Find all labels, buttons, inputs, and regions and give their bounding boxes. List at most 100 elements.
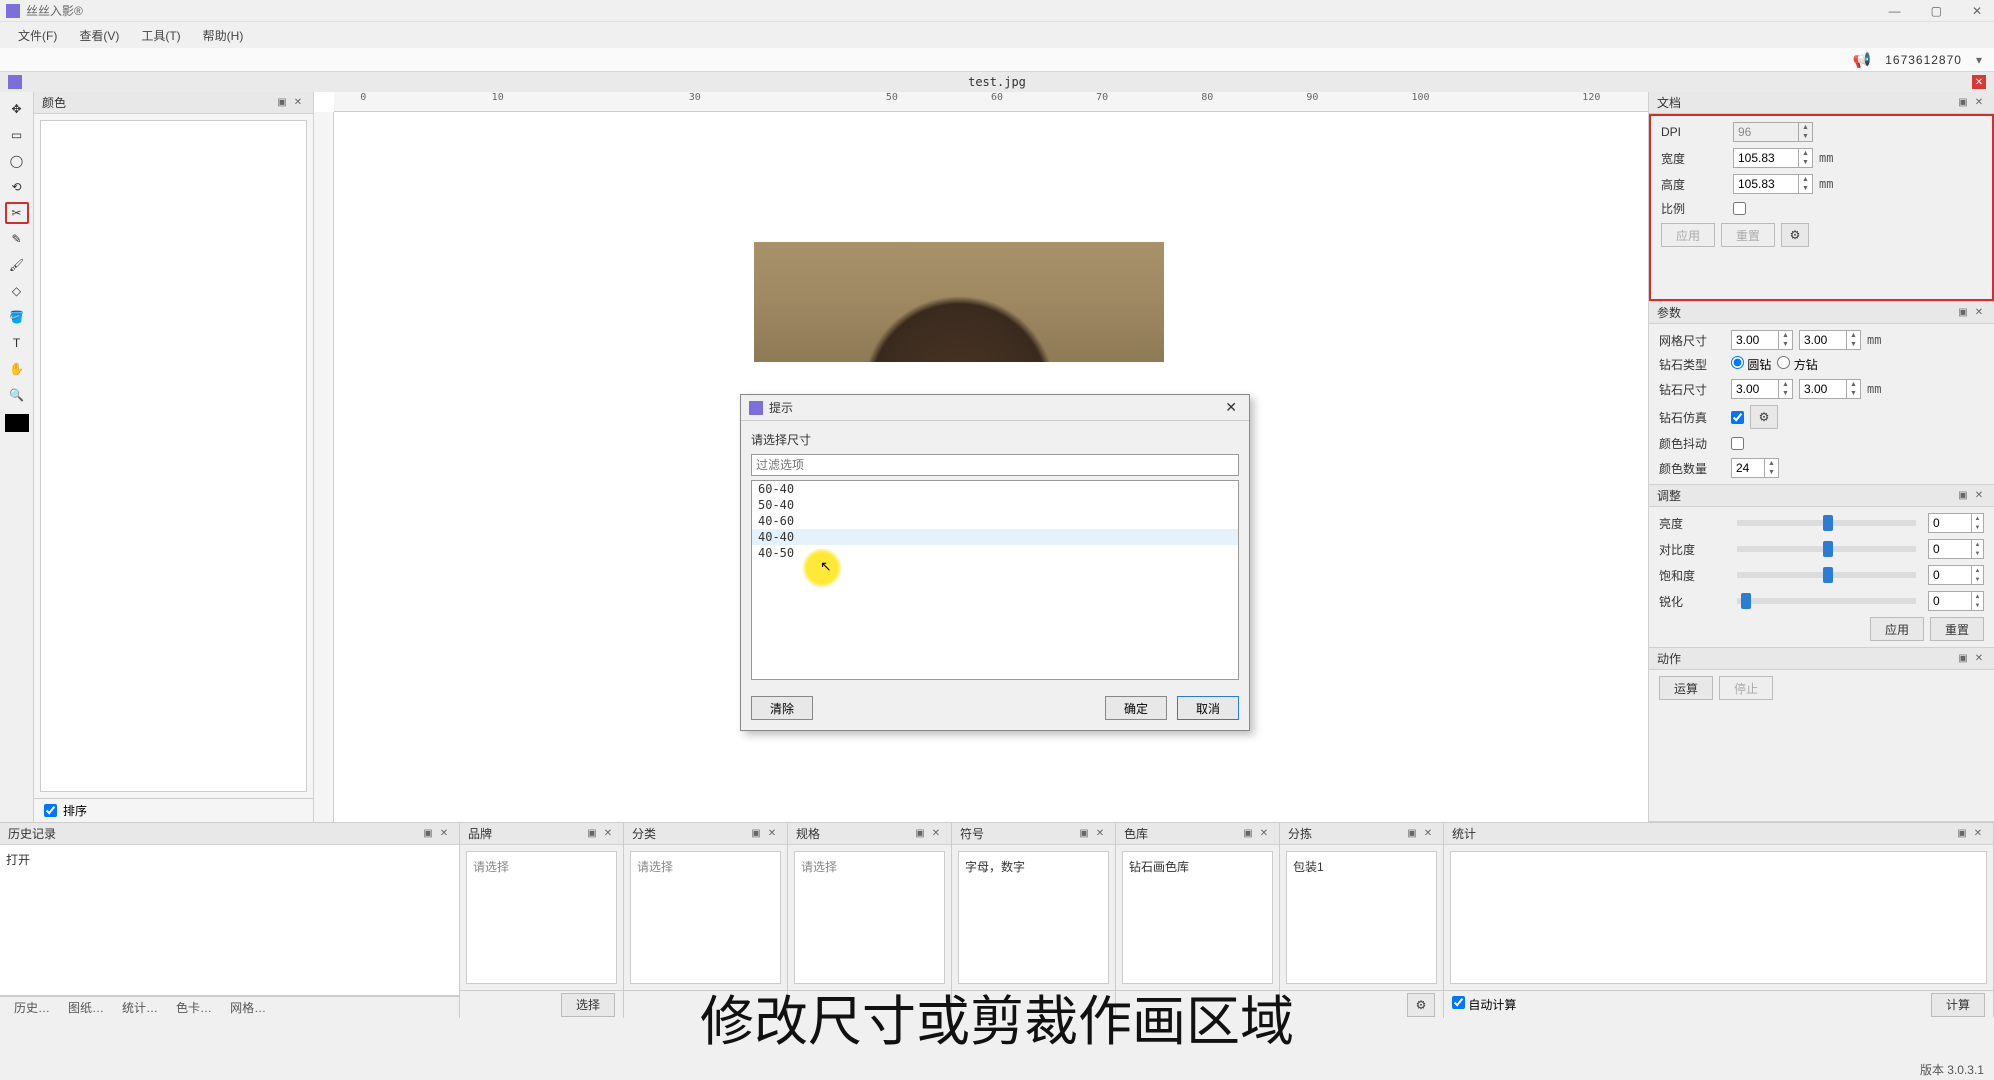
- foreground-color-swatch[interactable]: [5, 414, 29, 432]
- panel-close-icon[interactable]: ✕: [1972, 306, 1986, 320]
- bottom-tab[interactable]: 历史…: [6, 997, 58, 1018]
- doc-reset-button[interactable]: 重置: [1721, 223, 1775, 247]
- dpi-input: 96▲▼: [1733, 122, 1813, 142]
- contrast-value[interactable]: 0▲▼: [1928, 539, 1984, 559]
- size-option[interactable]: 60-40: [752, 481, 1238, 497]
- bottom-tab[interactable]: 图纸…: [60, 997, 112, 1018]
- session-dropdown-icon[interactable]: ▾: [1976, 53, 1982, 67]
- type-square-radio[interactable]: 方钻: [1777, 356, 1817, 373]
- bottom-tab[interactable]: 网格…: [222, 997, 274, 1018]
- zoom-tool-icon[interactable]: 🔍: [5, 384, 29, 406]
- lasso-tool-icon[interactable]: ⟲: [5, 176, 29, 198]
- dsize-h-input[interactable]: 3.00▲▼: [1799, 379, 1861, 399]
- menu-file[interactable]: 文件(F): [8, 23, 67, 48]
- grid-w-input[interactable]: 3.00▲▼: [1731, 330, 1793, 350]
- menu-tools[interactable]: 工具(T): [131, 23, 190, 48]
- contrast-slider[interactable]: [1737, 546, 1916, 552]
- color-panel: 颜色 ▣ ✕ 排序: [34, 92, 314, 822]
- ruler-tick: 60: [991, 92, 1003, 103]
- session-id: 1673612870: [1885, 53, 1962, 67]
- size-option[interactable]: 40-40: [752, 529, 1238, 545]
- panel-popout-icon[interactable]: ▣: [275, 96, 289, 110]
- hand-tool-icon[interactable]: ✋: [5, 358, 29, 380]
- panel-popout-icon[interactable]: ▣: [1956, 306, 1970, 320]
- panel-close-icon[interactable]: ✕: [1972, 489, 1986, 503]
- bottom-row: 历史记录▣✕ 打开 历史… 图纸… 统计… 色卡… 网格… 品牌▣✕ 请选择 选…: [0, 822, 1994, 1018]
- dither-checkbox[interactable]: [1731, 437, 1744, 450]
- auto-compute-checkbox[interactable]: 自动计算: [1452, 996, 1516, 1013]
- titlebar: 丝丝入影® — ▢ ✕: [0, 0, 1994, 22]
- saturation-value[interactable]: 0▲▼: [1928, 565, 1984, 585]
- saturation-slider[interactable]: [1737, 572, 1916, 578]
- sim-settings-button[interactable]: ⚙: [1750, 405, 1778, 429]
- document-close-button[interactable]: ✕: [1972, 75, 1986, 89]
- panel-popout-icon[interactable]: ▣: [421, 827, 435, 841]
- width-unit: mm: [1819, 151, 1833, 165]
- brightness-slider[interactable]: [1737, 520, 1916, 526]
- saturation-label: 饱和度: [1659, 567, 1725, 584]
- ruler-tick: 70: [1096, 92, 1108, 103]
- ratio-checkbox[interactable]: [1733, 202, 1746, 215]
- stats-compute-button[interactable]: 计算: [1931, 993, 1985, 1017]
- params-panel: 参数 ▣✕ 网格尺寸 3.00▲▼ 3.00▲▼ mm 钻石类型 圆钻 方钻 钻…: [1649, 302, 1994, 485]
- brand-select-button[interactable]: 选择: [561, 993, 615, 1017]
- maximize-button[interactable]: ▢: [1925, 4, 1948, 18]
- sharpen-value[interactable]: 0▲▼: [1928, 591, 1984, 611]
- eraser-tool-icon[interactable]: ◇: [5, 280, 29, 302]
- adjust-reset-button[interactable]: 重置: [1930, 617, 1984, 641]
- ellipse-select-tool-icon[interactable]: ◯: [5, 150, 29, 172]
- bottom-tab[interactable]: 色卡…: [168, 997, 220, 1018]
- dialog-clear-button[interactable]: 清除: [751, 696, 813, 720]
- panel-popout-icon[interactable]: ▣: [1956, 652, 1970, 666]
- size-option[interactable]: 40-50: [752, 545, 1238, 561]
- fill-tool-icon[interactable]: 🪣: [5, 306, 29, 328]
- announce-icon[interactable]: 📢: [1853, 51, 1872, 69]
- panel-close-icon[interactable]: ✕: [1972, 96, 1986, 110]
- sort-checkbox[interactable]: [44, 804, 57, 817]
- contrast-label: 对比度: [1659, 541, 1725, 558]
- dialog-ok-button[interactable]: 确定: [1105, 696, 1167, 720]
- dialog-filter-input[interactable]: [751, 454, 1239, 476]
- sort-settings-button[interactable]: ⚙: [1407, 993, 1435, 1017]
- compute-button[interactable]: 运算: [1659, 676, 1713, 700]
- height-input[interactable]: 105.83▲▼: [1733, 174, 1813, 194]
- rect-select-tool-icon[interactable]: ▭: [5, 124, 29, 146]
- brush-tool-icon[interactable]: 🖌: [5, 254, 29, 276]
- dialog-close-icon[interactable]: ✕: [1221, 399, 1241, 416]
- count-input[interactable]: 24▲▼: [1731, 458, 1779, 478]
- dsize-w-input[interactable]: 3.00▲▼: [1731, 379, 1793, 399]
- history-item[interactable]: 打开: [6, 851, 453, 868]
- sharpen-slider[interactable]: [1737, 598, 1916, 604]
- panel-close-icon[interactable]: ✕: [291, 96, 305, 110]
- doc-apply-button[interactable]: 应用: [1661, 223, 1715, 247]
- stop-button[interactable]: 停止: [1719, 676, 1773, 700]
- document-icon: [8, 75, 22, 89]
- size-option[interactable]: 40-60: [752, 513, 1238, 529]
- doc-settings-button[interactable]: ⚙: [1781, 223, 1809, 247]
- adjust-panel: 调整 ▣✕ 亮度0▲▼ 对比度0▲▼ 饱和度0▲▼ 锐化0▲▼ 应用 重置: [1649, 485, 1994, 648]
- panel-close-icon[interactable]: ✕: [1972, 652, 1986, 666]
- panel-close-icon[interactable]: ✕: [437, 827, 451, 841]
- move-tool-icon[interactable]: ✥: [5, 98, 29, 120]
- ruler-tick: 120: [1582, 92, 1600, 103]
- size-option[interactable]: 50-40: [752, 497, 1238, 513]
- minimize-button[interactable]: —: [1883, 4, 1907, 18]
- color-panel-header: 颜色 ▣ ✕: [34, 92, 313, 114]
- close-window-button[interactable]: ✕: [1966, 4, 1988, 18]
- adjust-apply-button[interactable]: 应用: [1870, 617, 1924, 641]
- panel-popout-icon[interactable]: ▣: [1956, 96, 1970, 110]
- menu-help[interactable]: 帮助(H): [193, 23, 254, 48]
- grid-h-input[interactable]: 3.00▲▼: [1799, 330, 1861, 350]
- sim-checkbox[interactable]: [1731, 411, 1744, 424]
- dialog-cancel-button[interactable]: 取消: [1177, 696, 1239, 720]
- type-round-radio[interactable]: 圆钻: [1731, 356, 1771, 373]
- panel-popout-icon[interactable]: ▣: [1956, 489, 1970, 503]
- width-input[interactable]: 105.83▲▼: [1733, 148, 1813, 168]
- text-tool-icon[interactable]: T: [5, 332, 29, 354]
- bottom-tab[interactable]: 统计…: [114, 997, 166, 1018]
- menu-view[interactable]: 查看(V): [69, 23, 129, 48]
- brightness-value[interactable]: 0▲▼: [1928, 513, 1984, 533]
- ruler-tick: 100: [1411, 92, 1429, 103]
- crop-tool-icon[interactable]: ✂: [5, 202, 29, 224]
- eyedropper-tool-icon[interactable]: ✎: [5, 228, 29, 250]
